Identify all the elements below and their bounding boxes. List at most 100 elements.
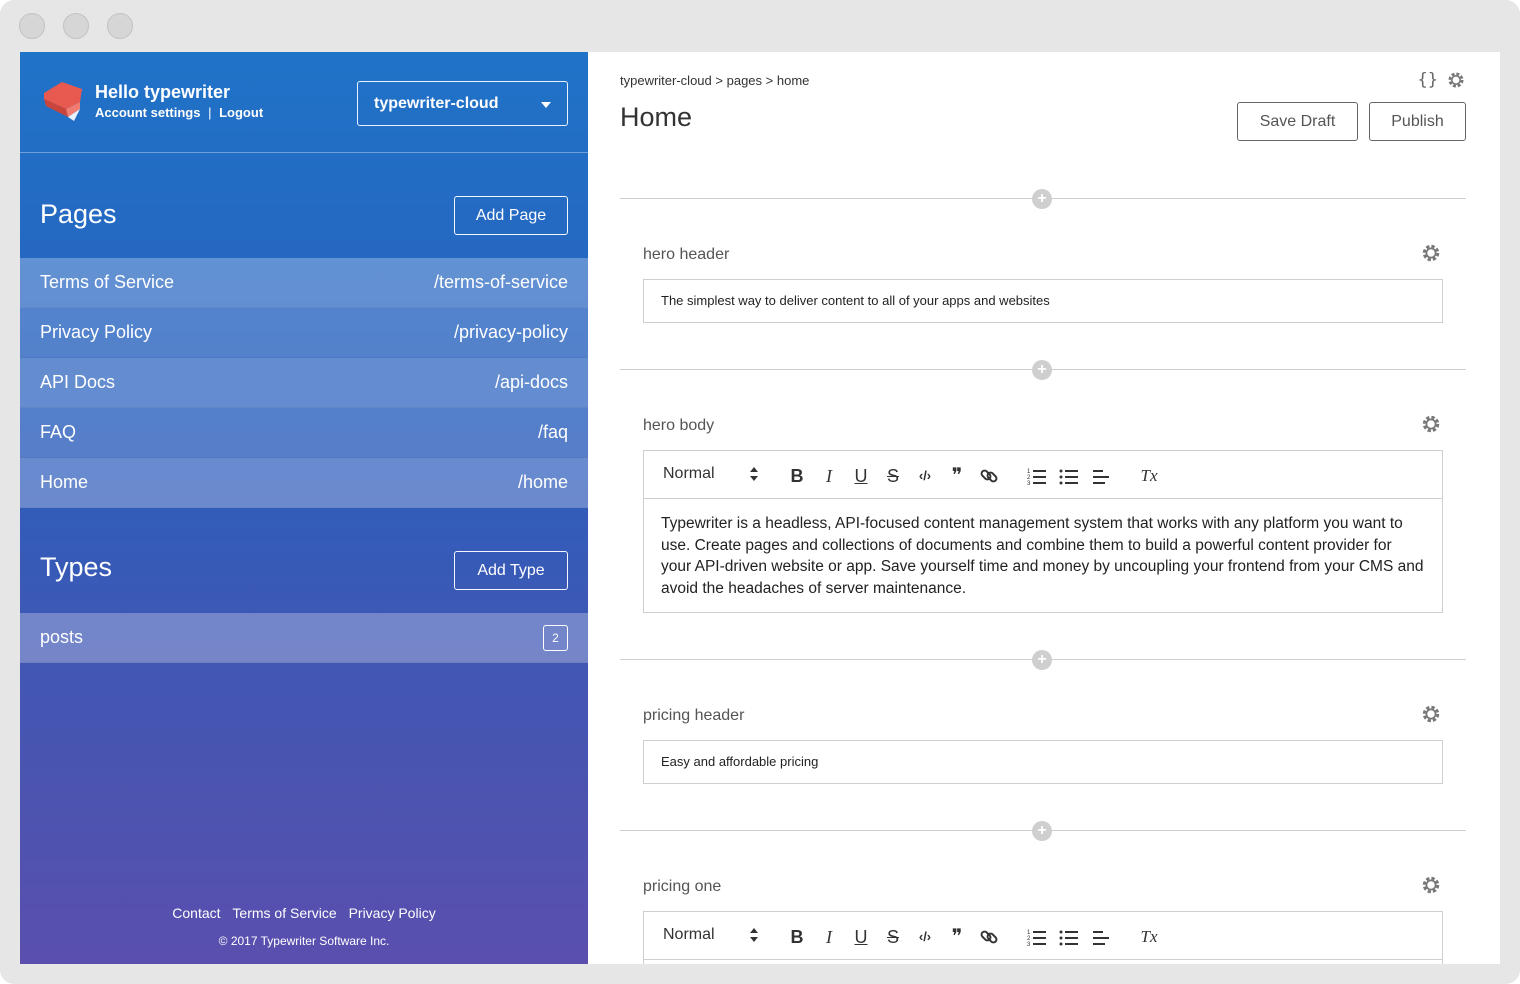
page-name: API Docs [40,372,116,392]
bold-icon[interactable]: B [786,926,808,948]
page-name: Privacy Policy [40,322,153,342]
gear-icon[interactable] [1420,874,1442,896]
window-maximize-button[interactable] [107,13,133,39]
copyright: © 2017 Typewriter Software Inc. [218,934,390,948]
contact-link[interactable]: Contact [172,905,220,921]
sidebar-footer-links: Contact Terms of Service Privacy Policy [20,905,588,921]
type-row[interactable]: posts 2 [20,613,588,663]
updown-arrows-icon[interactable] [749,465,759,483]
page-slug: /terms-of-service [433,272,568,292]
gear-icon[interactable] [1420,242,1442,264]
page-name: FAQ [40,422,77,442]
page-row[interactable]: Home /home [20,458,588,508]
pricing-one-editor: Normal B I U S ‹/› ❞ 1 2 3 Tx [643,911,1443,964]
ordered-list-icon[interactable]: 1 2 3 [1026,465,1048,487]
type-count-badge: 2 [543,624,568,651]
pages-list: Terms of Service /terms-of-service Priva… [20,258,588,508]
logout-link[interactable]: Logout [219,105,263,120]
ordered-list-icon[interactable]: 1 2 3 [1026,926,1048,948]
hero-body-text[interactable]: Typewriter is a headless, API-focused co… [644,499,1442,613]
sidebar-header: Hello typewriter Account settings | Logo… [20,52,588,153]
link-icon[interactable] [978,465,1000,487]
account-links: Account settings | Logout [95,105,263,120]
breadcrumb-page: home [776,73,810,88]
page-row[interactable]: Privacy Policy /privacy-policy [20,308,588,358]
gear-icon[interactable] [1420,413,1442,435]
strikethrough-icon[interactable]: S [882,465,904,487]
bullet-list-icon[interactable] [1058,465,1080,487]
block-label: pricing one [643,878,722,895]
sidebar: Hello typewriter Account settings | Logo… [20,52,588,964]
page-slug: /api-docs [494,372,568,392]
page-row[interactable]: FAQ /faq [20,408,588,458]
align-icon[interactable] [1090,465,1112,487]
block-label: hero header [643,246,730,263]
types-title: Types [40,552,113,582]
code-icon[interactable]: ‹/› [914,465,936,487]
typewriter-logo-icon[interactable] [40,79,86,123]
account-links-separator: | [208,105,212,120]
type-name: posts [40,627,84,647]
footer-terms-link[interactable]: Terms of Service [232,905,336,921]
page-name: Terms of Service [40,272,175,292]
gear-icon[interactable] [1446,70,1466,90]
plus-icon[interactable]: + [1032,189,1052,209]
breadcrumb: typewriter-cloud > pages > home [620,73,809,88]
breadcrumb-section[interactable]: pages [727,73,762,88]
bullet-list-icon[interactable] [1058,926,1080,948]
page-actions: {} [1418,70,1466,90]
braces-icon[interactable]: {} [1418,70,1438,90]
plus-icon[interactable]: + [1032,650,1052,670]
page-slug: /home [517,472,568,492]
italic-icon[interactable]: I [818,926,840,948]
chevron-down-icon [541,102,551,108]
page-row[interactable]: API Docs /api-docs [20,358,588,408]
save-draft-button[interactable]: Save Draft [1237,102,1358,141]
bold-icon[interactable]: B [786,465,808,487]
quote-icon[interactable]: ❞ [946,465,968,487]
align-icon[interactable] [1090,926,1112,948]
types-section-header: Types Add Type [20,508,588,613]
add-page-button[interactable]: Add Page [454,196,568,235]
pages-section-header: Pages Add Page [20,153,588,258]
plus-icon[interactable]: + [1032,821,1052,841]
project-select[interactable]: typewriter-cloud [357,81,568,126]
window-close-button[interactable] [19,13,45,39]
app: Hello typewriter Account settings | Logo… [20,52,1500,964]
greeting: Hello typewriter [95,82,231,102]
pages-title: Pages [40,199,117,229]
strikethrough-icon[interactable]: S [882,926,904,948]
breadcrumb-project[interactable]: typewriter-cloud [620,73,712,88]
window-minimize-button[interactable] [63,13,89,39]
editor-main: typewriter-cloud > pages > home Home {} … [588,52,1500,964]
plus-icon[interactable]: + [1032,360,1052,380]
pricing-header-input[interactable]: Easy and affordable pricing [643,740,1443,784]
add-type-button[interactable]: Add Type [454,551,568,590]
types-list: posts 2 [20,613,588,663]
text-style-select[interactable]: Normal [663,465,715,483]
page-slug: /faq [537,422,568,442]
quote-icon[interactable]: ❞ [946,926,968,948]
gear-icon[interactable] [1420,703,1442,725]
code-icon[interactable]: ‹/› [914,926,936,948]
link-icon[interactable] [978,926,1000,948]
page-row[interactable]: Terms of Service /terms-of-service [20,258,588,308]
italic-icon[interactable]: I [818,465,840,487]
footer-privacy-link[interactable]: Privacy Policy [349,905,436,921]
svg-text:3: 3 [1027,481,1031,487]
clear-format-icon[interactable]: Tx [1138,926,1160,948]
breadcrumb-sep: > [715,73,723,88]
clear-format-icon[interactable]: Tx [1138,465,1160,487]
underline-icon[interactable]: U [850,926,872,948]
block-label: pricing header [643,707,745,724]
account-settings-link[interactable]: Account settings [95,105,200,120]
rich-text-toolbar: Normal B I U S ‹/› ❞ 1 2 3 Tx [644,912,1442,960]
hero-header-input[interactable]: The simplest way to deliver content to a… [643,279,1443,323]
updown-arrows-icon[interactable] [749,926,759,944]
block-label: hero body [643,417,715,434]
page-slug: /privacy-policy [453,322,568,342]
page-name: Home [40,472,89,492]
publish-button[interactable]: Publish [1369,102,1466,141]
text-style-select[interactable]: Normal [663,926,715,944]
underline-icon[interactable]: U [850,465,872,487]
